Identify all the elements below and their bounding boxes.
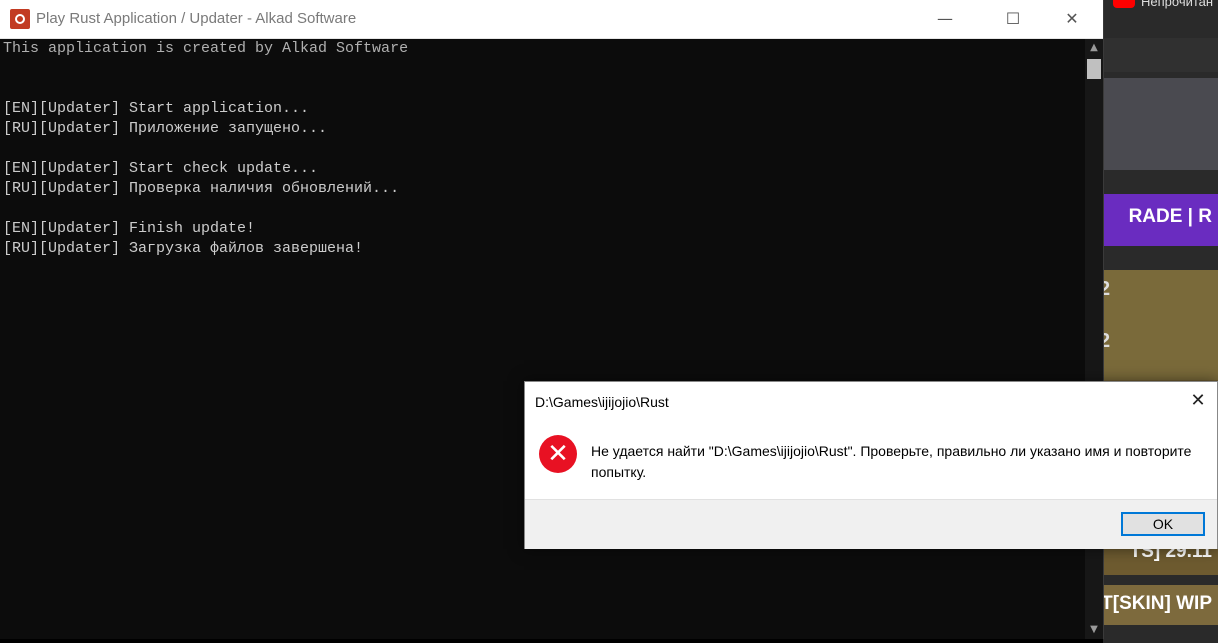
console-line: [EN][Updater] Start application... xyxy=(3,100,310,117)
console-line: [EN][Updater] Start check update... xyxy=(3,160,319,177)
video-thumbnail[interactable]: 2 2 xyxy=(1103,270,1218,380)
maximize-button[interactable]: ☐ xyxy=(990,0,1036,38)
video-thumbnail[interactable]: T[SKIN] WIP xyxy=(1103,585,1218,625)
console-output[interactable]: This application is created by Alkad Sof… xyxy=(0,39,1085,639)
scroll-up-icon[interactable]: ▲ xyxy=(1085,39,1103,57)
console-line: [EN][Updater] Finish update! xyxy=(3,220,256,237)
console-line: [RU][Updater] Загрузка файлов завершена! xyxy=(3,240,364,257)
thumbnail-label: 2 xyxy=(1103,330,1111,352)
vertical-scrollbar[interactable]: ▲ ▼ xyxy=(1085,39,1103,639)
console-line: [RU][Updater] Приложение запущено... xyxy=(3,120,328,137)
youtube-header-text: Непрочитан xyxy=(1141,0,1214,9)
rust-app-icon[interactable] xyxy=(10,9,30,29)
dialog-content: ✕ Не удается найти "D:\Games\ijijojio\Ru… xyxy=(525,420,1217,499)
ok-button[interactable]: OK xyxy=(1121,512,1205,536)
thumbnail-label: T[SKIN] WIP xyxy=(1103,593,1212,614)
console-line: [RU][Updater] Проверка наличия обновлени… xyxy=(3,180,400,197)
taskbar-edge xyxy=(0,639,1103,643)
minimize-button[interactable]: — xyxy=(922,0,968,38)
window-title: Play Rust Application / Updater - Alkad … xyxy=(36,10,357,27)
error-dialog: D:\Games\ijijojio\Rust ✕ ✕ Не удается на… xyxy=(524,381,1218,549)
dialog-title: D:\Games\ijijojio\Rust xyxy=(535,394,669,410)
dialog-message: Не удается найти "D:\Games\ijijojio\Rust… xyxy=(591,443,1192,480)
youtube-logo-icon[interactable] xyxy=(1113,0,1135,8)
dialog-close-button[interactable]: ✕ xyxy=(1187,390,1209,412)
thumbnail-label: RADE | R xyxy=(1128,206,1212,227)
dialog-footer: OK xyxy=(525,499,1217,549)
console-line: This application is created by Alkad Sof… xyxy=(3,40,409,57)
video-thumbnail[interactable]: RADE | R xyxy=(1103,194,1218,246)
close-button[interactable]: ✕ xyxy=(1049,0,1095,38)
error-icon: ✕ xyxy=(539,435,577,473)
console-titlebar[interactable]: Play Rust Application / Updater - Alkad … xyxy=(0,0,1103,39)
browser-nav-bar xyxy=(1103,38,1218,72)
dialog-titlebar[interactable]: D:\Games\ijijojio\Rust ✕ xyxy=(525,382,1217,420)
thumbnail-label: 2 xyxy=(1103,278,1111,300)
scroll-down-icon[interactable]: ▼ xyxy=(1085,621,1103,639)
scroll-thumb[interactable] xyxy=(1087,59,1101,79)
video-thumbnail[interactable] xyxy=(1103,78,1218,170)
